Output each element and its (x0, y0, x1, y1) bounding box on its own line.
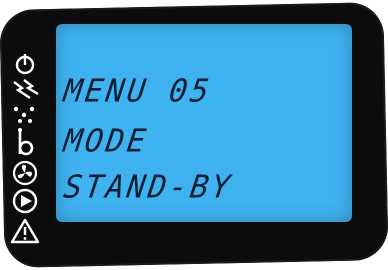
play-icon (12, 188, 38, 214)
warning-icon (10, 218, 40, 244)
menu-label-text: MODE (61, 123, 151, 160)
status-icon-column (10, 52, 46, 252)
power-icon (15, 54, 35, 75)
sparkle-icon (13, 106, 35, 123)
probe-icon (18, 128, 34, 156)
lightning-icon (13, 79, 39, 99)
menu-number-text: MENU 05 (61, 73, 215, 110)
mode-value-text: STAND-BY (61, 169, 236, 206)
fan-icon (12, 160, 38, 186)
